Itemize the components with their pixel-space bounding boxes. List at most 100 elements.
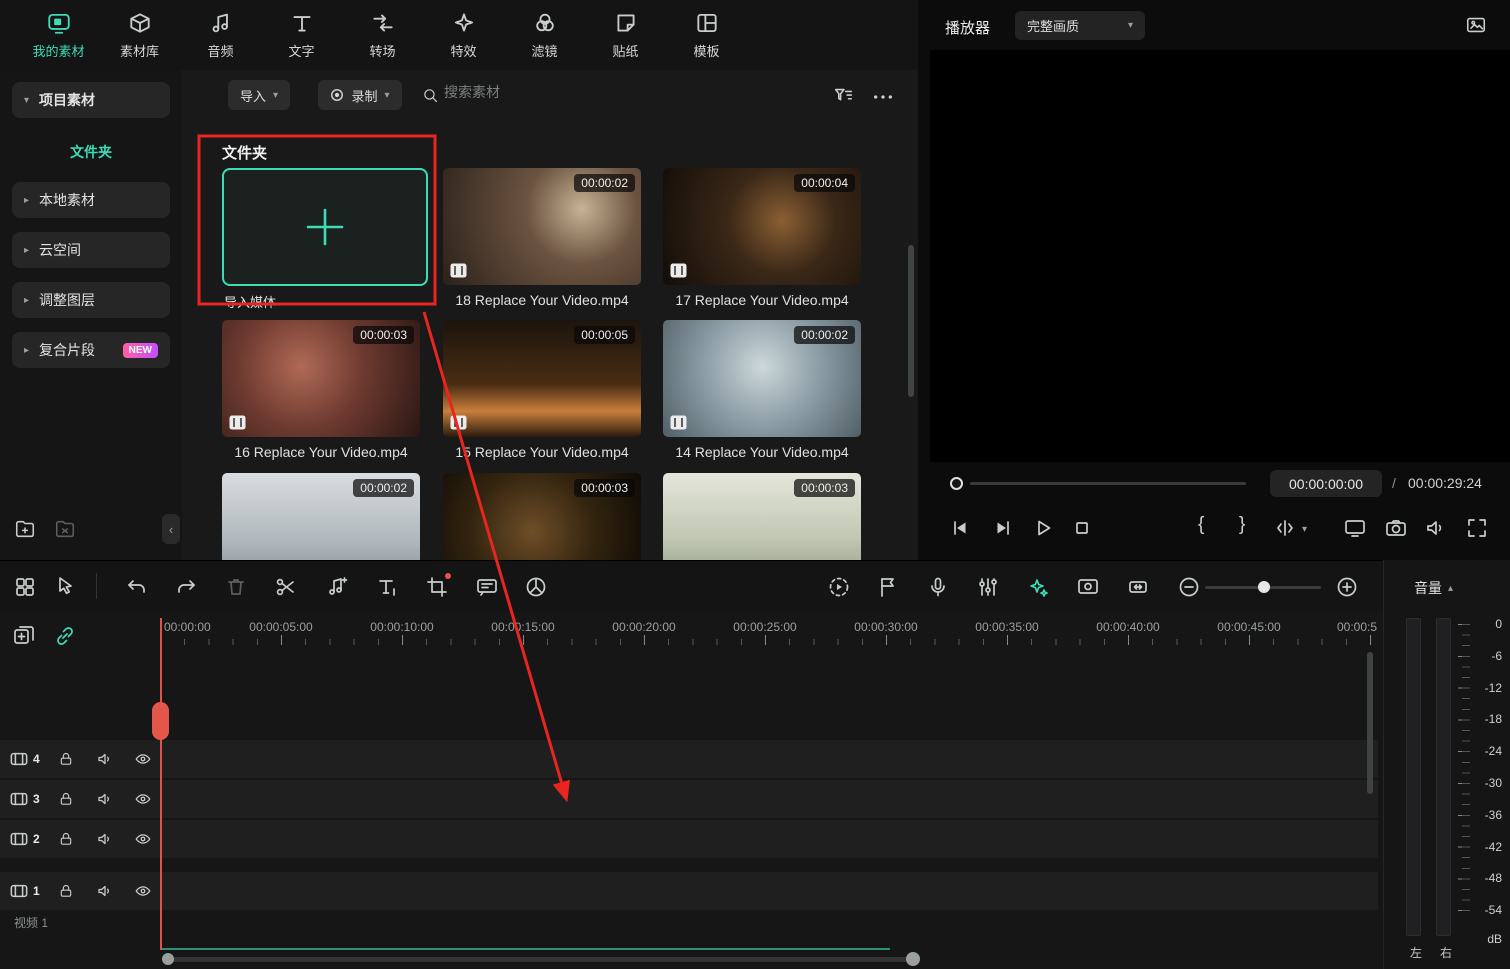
search-input[interactable] xyxy=(444,84,634,100)
nav-templates[interactable]: 模板 xyxy=(666,0,747,70)
media-view-toggle-button[interactable] xyxy=(13,575,37,599)
delete-button[interactable] xyxy=(224,575,248,599)
seek-handle[interactable] xyxy=(950,477,963,490)
nav-effects[interactable]: 特效 xyxy=(423,0,504,70)
scroll-handle-left[interactable] xyxy=(162,953,174,965)
voiceover-button[interactable] xyxy=(926,575,950,599)
media-clip[interactable]: 00:00:04 17 Replace Your Video.mp4 xyxy=(663,168,861,308)
ai-enhance-button[interactable] xyxy=(1026,575,1050,599)
mute-track-icon[interactable] xyxy=(96,830,114,848)
render-preview-button[interactable] xyxy=(827,575,851,599)
track-row-3[interactable]: 3 xyxy=(0,780,1378,818)
play-button[interactable] xyxy=(1031,516,1055,540)
crop-button[interactable] xyxy=(425,575,449,599)
quality-dropdown[interactable]: 完整画质 ▾ xyxy=(1015,11,1145,40)
visibility-track-icon[interactable] xyxy=(134,882,152,900)
track-row-4[interactable]: 4 xyxy=(0,740,1378,778)
lock-track-icon[interactable] xyxy=(58,883,74,900)
media-clip[interactable]: 00:00:03 16 Replace Your Video.mp4 xyxy=(222,320,420,460)
chevron-left-icon: ‹ xyxy=(169,522,173,537)
split-button[interactable] xyxy=(274,575,298,599)
delete-folder-button[interactable] xyxy=(54,518,76,540)
nav-text[interactable]: 文字 xyxy=(261,0,342,70)
timeline-horizontal-scrollbar[interactable] xyxy=(162,957,918,962)
nav-audio[interactable]: 音频 xyxy=(180,0,261,70)
media-scrollbar[interactable] xyxy=(908,245,914,397)
marker-button[interactable] xyxy=(1273,516,1297,540)
undo-button[interactable] xyxy=(125,575,149,599)
new-folder-button[interactable] xyxy=(14,518,36,540)
color-correction-button[interactable] xyxy=(524,575,548,599)
scroll-handle-right[interactable] xyxy=(906,952,920,966)
sidebar-project-media[interactable]: ▾ 项目素材 xyxy=(12,82,170,118)
media-clip[interactable]: 00:00:03 xyxy=(663,473,861,560)
previous-frame-button[interactable] xyxy=(948,516,972,540)
lock-track-icon[interactable] xyxy=(58,831,74,848)
mute-track-icon[interactable] xyxy=(96,882,114,900)
mute-track-icon[interactable] xyxy=(96,750,114,768)
nav-stock-media[interactable]: 素材库 xyxy=(99,0,180,70)
mute-track-icon[interactable] xyxy=(96,790,114,808)
lock-track-icon[interactable] xyxy=(58,791,74,808)
track-row-2[interactable]: 2 xyxy=(0,820,1378,858)
visibility-track-icon[interactable] xyxy=(134,830,152,848)
record-dropdown-button[interactable]: 录制 ▾ xyxy=(318,80,402,110)
nav-stickers[interactable]: 贴纸 xyxy=(585,0,666,70)
zoom-in-button[interactable] xyxy=(1335,575,1359,599)
speech-to-text-button[interactable] xyxy=(475,575,499,599)
media-clip[interactable]: 00:00:02 14 Replace Your Video.mp4 xyxy=(663,320,861,460)
audio-mixer-button[interactable] xyxy=(976,575,1000,599)
sidebar-adjustment-layer[interactable]: ▸ 调整图层 xyxy=(12,282,170,318)
audio-tool-button[interactable] xyxy=(324,575,348,599)
nav-transitions[interactable]: 转场 xyxy=(342,0,423,70)
add-marker-button[interactable] xyxy=(876,575,900,599)
timeline-ruler[interactable]: 00:00:00 00:00:05:00 00:00:10:00 00:00:1… xyxy=(160,612,1378,645)
media-clip[interactable]: 00:00:03 xyxy=(443,473,641,560)
volume-dropdown[interactable]: 音量 ▴ xyxy=(1414,578,1453,598)
zoom-out-button[interactable] xyxy=(1177,575,1201,599)
import-media-tile[interactable] xyxy=(222,168,428,286)
mute-button[interactable] xyxy=(1424,516,1448,540)
chroma-key-button[interactable] xyxy=(1076,575,1100,599)
top-nav: 我的素材 素材库 音频 文字 转场 特效 滤镜 贴纸 模板 xyxy=(0,0,918,70)
sidebar-cloud-space[interactable]: ▸ 云空间 xyxy=(12,232,170,268)
sidebar-compound-clip[interactable]: ▸ 复合片段 NEW xyxy=(12,332,170,368)
display-button[interactable] xyxy=(1343,516,1367,540)
track-row-1[interactable]: 1 xyxy=(0,872,1378,910)
snapshot-button[interactable] xyxy=(1384,516,1408,540)
stop-button[interactable] xyxy=(1070,516,1094,540)
redo-button[interactable] xyxy=(174,575,198,599)
media-clip[interactable]: 00:00:02 18 Replace Your Video.mp4 xyxy=(443,168,641,308)
zoom-slider-handle[interactable] xyxy=(1258,581,1270,593)
visibility-track-icon[interactable] xyxy=(134,790,152,808)
lock-track-icon[interactable] xyxy=(58,751,74,768)
mark-in-button[interactable]: { xyxy=(1198,514,1204,536)
import-dropdown-button[interactable]: 导入 ▾ xyxy=(228,80,290,110)
mark-out-button[interactable]: } xyxy=(1239,514,1245,536)
fullscreen-button[interactable] xyxy=(1465,516,1489,540)
seek-track[interactable] xyxy=(970,482,1246,485)
import-media-caption: 导入媒体 xyxy=(224,292,276,311)
visibility-track-icon[interactable] xyxy=(134,750,152,768)
select-tool-button[interactable] xyxy=(53,575,77,599)
more-options-button[interactable] xyxy=(872,90,894,108)
sidebar-folder-selected[interactable]: 文件夹 xyxy=(0,142,182,162)
collapse-sidebar-button[interactable]: ‹ xyxy=(162,514,180,544)
link-button[interactable] xyxy=(53,624,77,648)
filter-button[interactable] xyxy=(832,85,854,107)
text-tool-button[interactable] xyxy=(375,575,399,599)
media-clip[interactable]: 00:00:05 15 Replace Your Video.mp4 xyxy=(443,320,641,460)
sidebar-local-media[interactable]: ▸ 本地素材 xyxy=(12,182,170,218)
nav-my-media[interactable]: 我的素材 xyxy=(18,0,99,70)
next-frame-button[interactable] xyxy=(991,516,1015,540)
manage-tracks-button[interactable] xyxy=(12,624,36,648)
nav-filters[interactable]: 滤镜 xyxy=(504,0,585,70)
video-preview[interactable] xyxy=(930,50,1510,462)
playhead-line[interactable] xyxy=(160,618,162,950)
playhead-handle[interactable] xyxy=(152,702,169,740)
chevron-down-icon[interactable]: ▾ xyxy=(1302,524,1307,535)
zoom-fit-button[interactable] xyxy=(1126,575,1150,599)
miniplayer-button[interactable] xyxy=(1465,14,1487,36)
timeline-vertical-scrollbar[interactable] xyxy=(1367,652,1373,794)
media-clip[interactable]: 00:00:02 xyxy=(222,473,420,560)
